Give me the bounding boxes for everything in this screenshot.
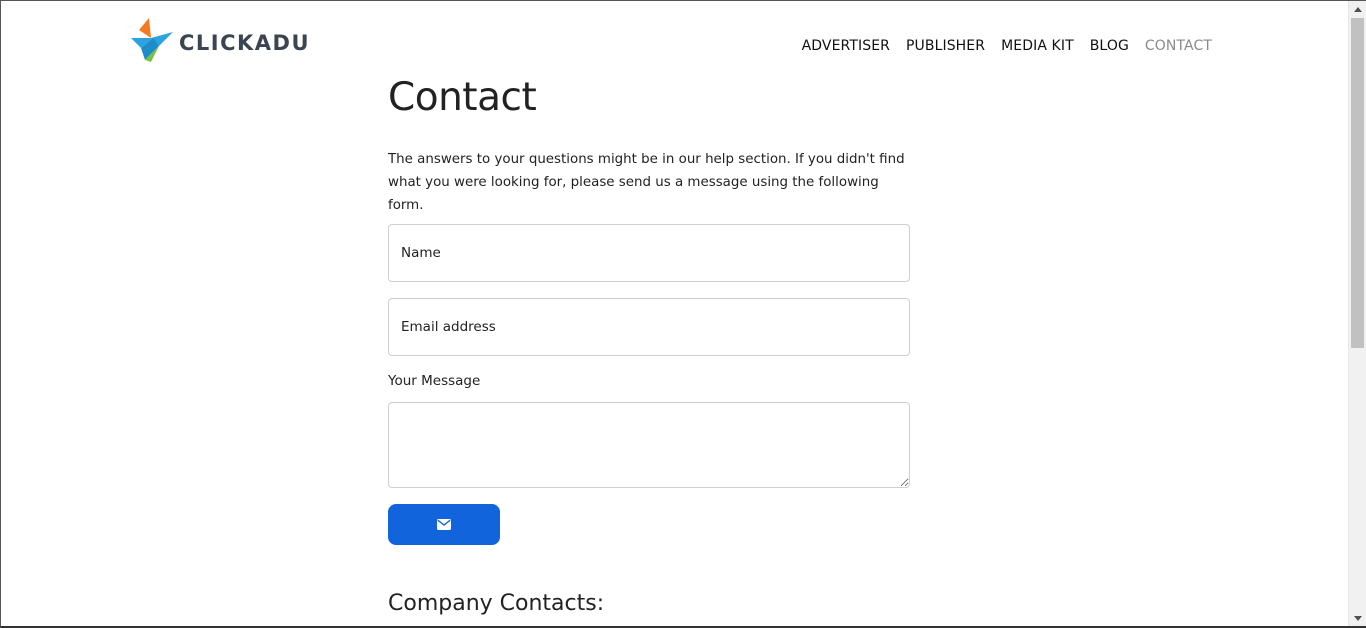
nav-contact[interactable]: CONTACT — [1145, 38, 1212, 54]
brand-name: CLICKADU — [179, 30, 311, 55]
envelope-icon — [437, 519, 451, 530]
send-button[interactable] — [388, 504, 500, 545]
vertical-scrollbar[interactable] — [1348, 1, 1366, 626]
nav-publisher[interactable]: PUBLISHER — [906, 38, 985, 54]
nav-advertiser[interactable]: ADVERTISER — [802, 38, 890, 54]
clickadu-logo[interactable]: CLICKADU — [129, 16, 310, 62]
company-contacts-heading: Company Contacts: — [388, 591, 605, 616]
nav-media-kit[interactable]: MEDIA KIT — [1001, 38, 1074, 54]
page-title: Contact — [388, 75, 537, 120]
intro-text: The answers to your questions might be i… — [388, 152, 905, 213]
browser-viewport: CLICKADU ADVERTISER PUBLISHER MEDIA KIT … — [0, 0, 1366, 628]
name-field[interactable] — [388, 224, 910, 282]
scrollbar-thumb[interactable] — [1351, 18, 1364, 348]
bird-logo-icon — [131, 18, 173, 62]
message-label: Your Message — [388, 373, 481, 389]
scroll-up-icon[interactable] — [1349, 1, 1366, 18]
message-textarea[interactable] — [388, 402, 910, 488]
main-nav: ADVERTISER PUBLISHER MEDIA KIT BLOG CONT… — [802, 38, 1212, 54]
scroll-down-icon[interactable] — [1349, 610, 1366, 626]
email-field[interactable] — [388, 298, 910, 356]
nav-blog[interactable]: BLOG — [1090, 38, 1129, 54]
